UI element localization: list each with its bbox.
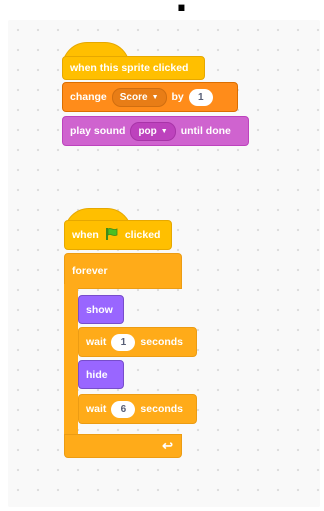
play-sound-block[interactable]: play sound pop ▼ until done — [62, 116, 249, 146]
forever-loop-arm — [64, 284, 78, 444]
sound-name: pop — [138, 125, 157, 137]
caret-down-icon: ▼ — [151, 93, 159, 101]
clicked-label: clicked — [124, 229, 161, 241]
change-amount-input[interactable]: 1 — [188, 88, 213, 106]
seconds-label: seconds — [140, 336, 184, 348]
wait-label: wait — [86, 336, 107, 348]
change-variable-block[interactable]: change Score ▼ by 1 — [62, 82, 238, 112]
when-label: when — [72, 229, 99, 241]
change-label: change — [70, 91, 107, 103]
when-sprite-clicked-block[interactable]: when this sprite clicked — [62, 56, 205, 80]
loop-arrow-icon: ↩ — [162, 438, 173, 453]
until-done-label: until done — [180, 125, 231, 137]
wait-block[interactable]: wait 6 seconds — [78, 394, 197, 424]
seconds-label: seconds — [140, 403, 184, 415]
hide-block[interactable]: hide — [78, 360, 124, 389]
caret-down-icon: ▼ — [160, 127, 168, 135]
hide-label: hide — [86, 368, 108, 381]
wait-seconds-input[interactable]: 1 — [111, 333, 136, 351]
wait-block[interactable]: wait 1 seconds — [78, 327, 197, 357]
by-label: by — [171, 91, 184, 103]
green-flag-icon — [105, 227, 119, 244]
forever-label: forever — [72, 265, 108, 277]
wait-seconds-input[interactable]: 6 — [111, 400, 136, 418]
wait-label: wait — [86, 403, 107, 415]
forever-loop-bottom: ↩ — [64, 434, 182, 458]
show-label: show — [86, 303, 113, 316]
play-sound-label: play sound — [70, 125, 126, 137]
variable-name: Score — [119, 91, 148, 103]
hat-label: when this sprite clicked — [70, 62, 189, 74]
sound-dropdown[interactable]: pop ▼ — [130, 121, 176, 141]
scripts-canvas[interactable]: when this sprite clicked change Score ▼ … — [8, 20, 320, 507]
variable-dropdown[interactable]: Score ▼ — [111, 87, 167, 107]
when-flag-clicked-block[interactable]: when clicked — [64, 220, 172, 250]
forever-loop-block[interactable]: forever — [64, 253, 182, 289]
show-block[interactable]: show — [78, 295, 124, 324]
cropped-heading-fragment: . — [175, 0, 188, 20]
